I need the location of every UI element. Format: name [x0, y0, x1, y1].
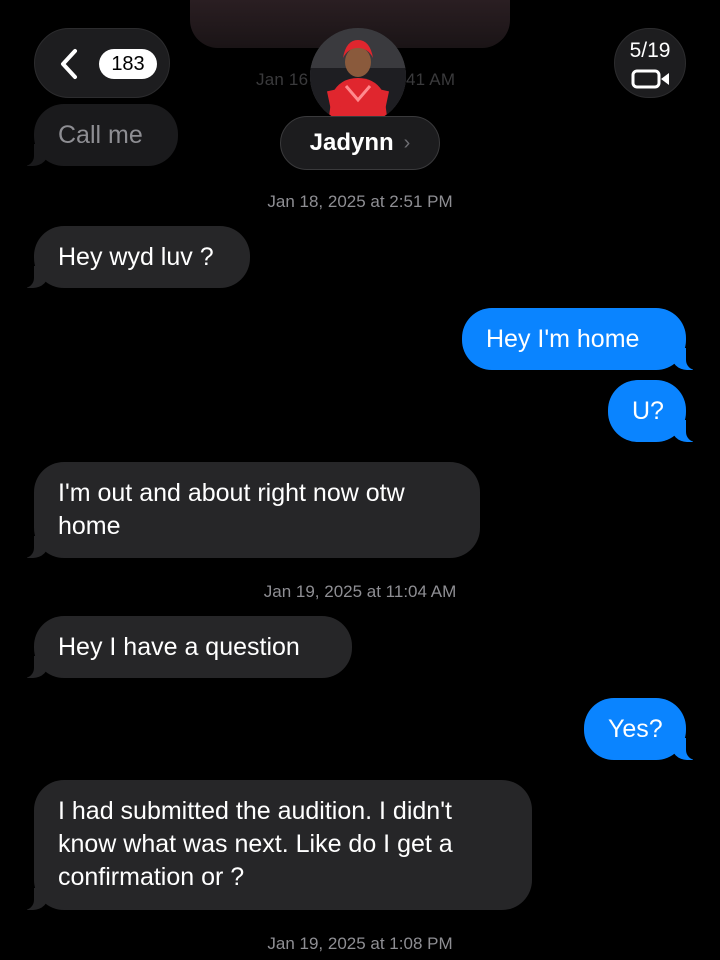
ghost-timestamp-right: 41 AM — [406, 70, 456, 89]
video-camera-icon — [631, 69, 669, 89]
message-text: Hey I'm home — [486, 325, 640, 353]
message-text: U? — [632, 397, 664, 425]
contact-name: Jadynn — [309, 129, 394, 156]
message-bubble-outgoing[interactable]: Yes? — [584, 698, 700, 760]
ghost-timestamp-left: Jan 16 — [256, 70, 309, 89]
message-bubble-outgoing[interactable]: Hey I'm home — [462, 308, 700, 370]
message-bubble-outgoing[interactable]: U? — [608, 380, 700, 442]
unread-badge: 183 — [99, 49, 157, 79]
message-text: I had submitted the audition. I didn't k… — [58, 797, 453, 891]
avatar-image — [310, 28, 406, 124]
page-counter-button[interactable]: 5/19 — [614, 28, 686, 98]
contact-avatar[interactable] — [310, 28, 406, 124]
unread-count: 183 — [93, 45, 163, 83]
message-text: Call me — [58, 121, 143, 149]
back-button[interactable]: 183 — [34, 28, 170, 98]
chevron-left-icon — [61, 49, 77, 79]
message-bubble-incoming[interactable]: Call me — [20, 104, 178, 166]
message-text: Hey wyd luv ? — [58, 243, 214, 271]
message-bubble-incoming[interactable]: I'm out and about right now otw home — [20, 462, 480, 558]
message-text: Hey I have a question — [58, 633, 300, 661]
message-bubble-incoming[interactable]: I had submitted the audition. I didn't k… — [20, 780, 532, 910]
message-bubble-incoming[interactable]: Hey I have a question — [20, 616, 352, 678]
message-text: Yes? — [608, 715, 663, 743]
message-timestamp: Jan 19, 2025 at 11:04 AM — [263, 582, 457, 601]
contact-name-button[interactable]: Jadynn › — [280, 116, 440, 170]
chevron-right-icon: › — [403, 131, 411, 154]
message-bubble-incoming[interactable]: Hey wyd luv ? — [20, 226, 250, 288]
message-timestamp: Jan 19, 2025 at 1:08 PM — [267, 934, 453, 953]
page-counter: 5/19 — [629, 39, 671, 62]
message-text: I'm out and about right now otw home — [58, 479, 405, 540]
message-timestamp: Jan 18, 2025 at 2:51 PM — [267, 192, 453, 211]
